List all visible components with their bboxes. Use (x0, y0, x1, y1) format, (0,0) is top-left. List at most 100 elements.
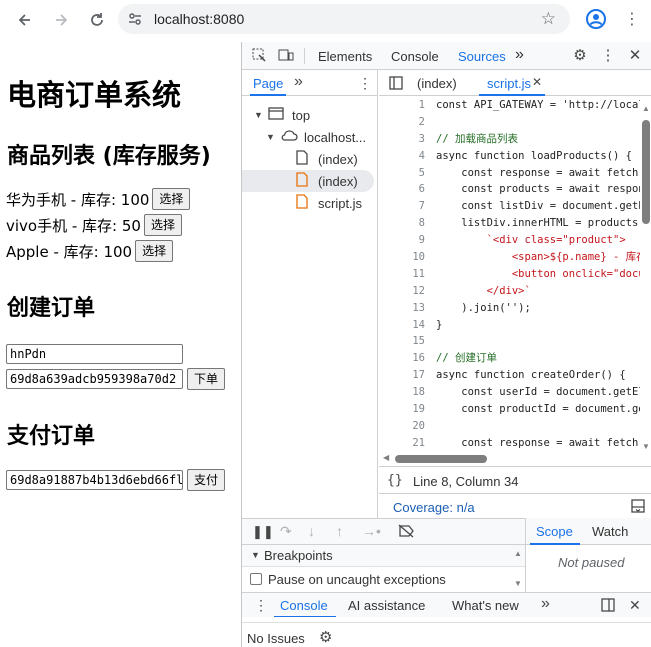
more-tabs-icon[interactable]: » (515, 46, 524, 64)
line-number[interactable]: 10 (379, 249, 425, 266)
coverage-link[interactable]: Coverage: n/a (393, 500, 475, 515)
tree-item-index-selected[interactable]: (index) (242, 170, 374, 192)
scrollbar-thumb[interactable] (395, 455, 487, 463)
step-over-icon[interactable]: ↷ (280, 523, 292, 540)
browser-menu-icon[interactable]: ⋮ (624, 8, 640, 30)
close-icon[interactable]: ✕ (627, 48, 643, 64)
line-number[interactable]: 18 (379, 384, 425, 401)
scroll-down-icon[interactable]: ▼ (642, 442, 650, 451)
collapse-panel-icon[interactable] (631, 499, 645, 516)
pane-scroll-icon[interactable]: ▲ ▼ (514, 549, 522, 589)
line-number[interactable]: 7 (379, 198, 425, 215)
pretty-print-icon[interactable]: {} (387, 473, 403, 488)
drawer-more-icon[interactable]: » (541, 595, 550, 613)
address-bar[interactable]: localhost:8080 ☆ (118, 4, 570, 34)
tab-watch[interactable]: Watch (592, 524, 628, 539)
device-toolbar-icon[interactable] (278, 48, 294, 64)
tree-item-top[interactable]: ▼ top (254, 104, 310, 126)
tab-console[interactable]: Console (391, 49, 439, 64)
triangle-down-icon[interactable]: ▼ (266, 132, 280, 142)
step-icon[interactable]: →• (362, 523, 381, 539)
step-into-icon[interactable]: ↓ (308, 523, 315, 539)
line-number[interactable]: 13 (379, 300, 425, 317)
tab-elements[interactable]: Elements (318, 49, 372, 64)
line-number[interactable]: 8 (379, 215, 425, 232)
code-content[interactable]: const API_GATEWAY = 'http://localh // 加载商… (436, 97, 640, 453)
frame-icon (268, 107, 284, 123)
drawer-menu-icon[interactable]: ⋮ (254, 597, 268, 614)
product-id-input[interactable]: 69d8a639adcb959398a70d2 (6, 369, 183, 389)
tree-item-script[interactable]: script.js (296, 192, 362, 214)
pause-icon[interactable]: ❚❚ (252, 524, 274, 540)
close-drawer-icon[interactable]: ✕ (629, 597, 641, 614)
line-number[interactable]: 11 (379, 266, 425, 283)
arrow-right-icon[interactable] (48, 7, 74, 33)
line-number[interactable]: 4 (379, 148, 425, 165)
tree-item-index[interactable]: (index) (296, 148, 358, 170)
scroll-left-icon[interactable]: ◀ (383, 453, 389, 462)
select-product-button[interactable]: 选择 (135, 240, 174, 262)
site-settings-icon[interactable] (124, 8, 146, 30)
line-number[interactable]: 6 (379, 181, 425, 198)
editor-horizontal-scrollbar[interactable]: ◀ (383, 453, 640, 463)
step-out-icon[interactable]: ↑ (336, 523, 343, 539)
select-product-button[interactable]: 选择 (152, 188, 191, 210)
breakpoints-header[interactable]: ▼ Breakpoints (242, 545, 525, 567)
triangle-down-icon[interactable]: ▼ (251, 550, 260, 560)
profile-avatar-icon[interactable] (585, 8, 607, 30)
code-line: ).join(''); (436, 301, 531, 314)
editor-tab-script[interactable]: script.js (487, 76, 531, 91)
code-line: const API_GATEWAY = 'http://localh (436, 99, 640, 111)
line-number[interactable]: 5 (379, 165, 425, 182)
line-number[interactable]: 1 (379, 97, 425, 114)
url-text[interactable]: localhost:8080 (154, 11, 244, 27)
scrollbar-thumb[interactable] (642, 120, 650, 224)
line-number[interactable]: 20 (379, 418, 425, 435)
tab-page[interactable]: Page (253, 76, 283, 91)
line-number[interactable]: 2 (379, 114, 425, 131)
drawer-tab-ai-assistance[interactable]: AI assistance (348, 598, 425, 613)
pause-uncaught-checkbox[interactable] (250, 573, 262, 585)
cursor-position: Line 8, Column 34 (413, 474, 519, 489)
place-order-button[interactable]: 下单 (187, 368, 226, 390)
reload-icon[interactable] (84, 7, 110, 33)
arrow-left-icon[interactable] (12, 7, 38, 33)
line-number[interactable]: 19 (379, 401, 425, 418)
order-id-input[interactable]: 69d8a91887b4b13d6ebd66fl (6, 470, 183, 490)
code-line: async function createOrder() { (436, 369, 626, 382)
tab-sources[interactable]: Sources (456, 49, 508, 72)
close-tab-icon[interactable]: ✕ (532, 75, 542, 89)
select-product-button[interactable]: 选择 (143, 214, 182, 236)
toggle-navigator-icon[interactable] (389, 76, 403, 95)
pause-uncaught-row[interactable]: Pause on uncaught exceptions (242, 567, 525, 592)
drawer-tab-console[interactable]: Console (280, 598, 328, 613)
console-settings-gear-icon[interactable]: ⚙ (319, 628, 332, 646)
code-line: const response = await fetch( (436, 436, 640, 449)
issues-count[interactable]: No Issues (247, 631, 305, 646)
scroll-up-icon[interactable]: ▲ (642, 104, 650, 113)
line-number[interactable]: 17 (379, 367, 425, 384)
tree-item-localhost[interactable]: ▼ localhost... (266, 126, 366, 148)
editor-tab-index[interactable]: (index) (417, 76, 457, 91)
line-number[interactable]: 15 (379, 333, 425, 350)
bookmark-star-icon[interactable]: ☆ (541, 9, 556, 29)
editor-vertical-scrollbar[interactable]: ▲ ▼ (642, 104, 650, 451)
line-number[interactable]: 12 (379, 283, 425, 300)
devtools-menu-icon[interactable]: ⋮ (600, 48, 616, 64)
drawer-tab-whats-new[interactable]: What's new (452, 598, 519, 613)
line-number[interactable]: 14 (379, 317, 425, 334)
navigator-menu-icon[interactable]: ⋮ (358, 75, 372, 92)
settings-gear-icon[interactable]: ⚙ (572, 48, 588, 64)
triangle-down-icon[interactable]: ▼ (254, 110, 268, 120)
inspect-element-icon[interactable] (251, 48, 267, 64)
line-number[interactable]: 16 (379, 350, 425, 367)
tab-scope[interactable]: Scope (536, 524, 573, 539)
dock-drawer-icon[interactable] (601, 598, 615, 617)
line-number[interactable]: 3 (379, 131, 425, 148)
line-number[interactable]: 21 (379, 435, 425, 452)
navigator-more-icon[interactable]: » (294, 73, 303, 91)
user-id-input[interactable]: hnPdn (6, 344, 183, 364)
deactivate-breakpoints-icon[interactable] (398, 524, 414, 543)
pay-button[interactable]: 支付 (187, 469, 226, 491)
line-number[interactable]: 9 (379, 232, 425, 249)
